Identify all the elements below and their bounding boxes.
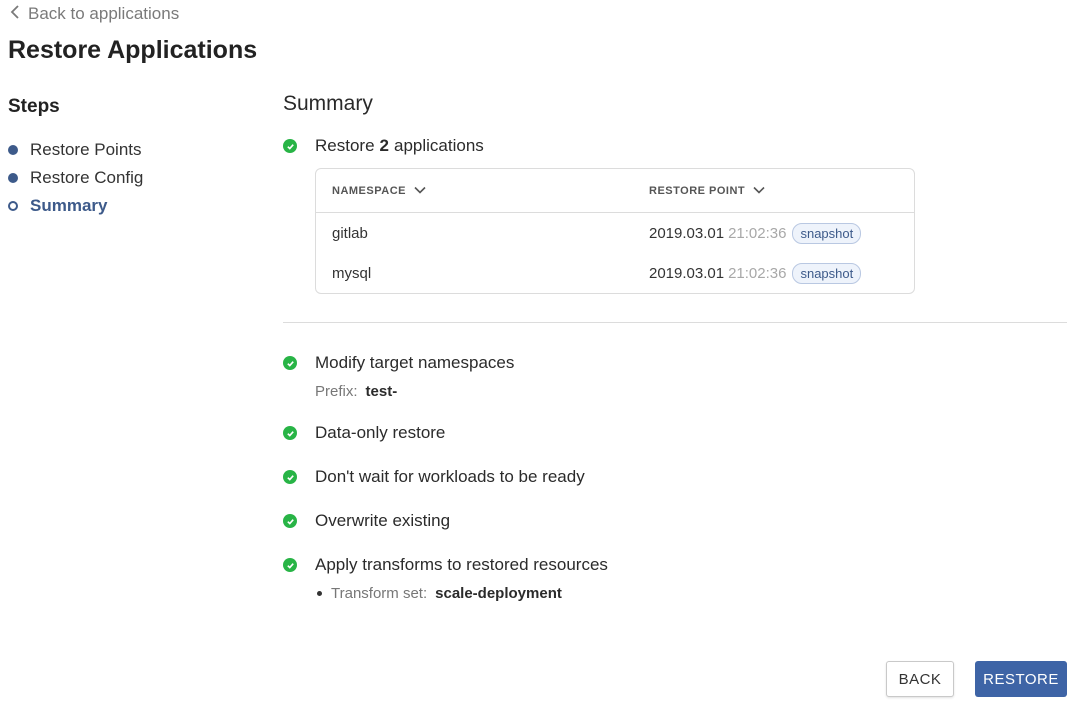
restore-page: Back to applications Restore Application… (0, 0, 1079, 714)
namespace-cell: mysql (332, 264, 372, 282)
option-label: Modify target namespaces (315, 353, 515, 372)
snapshot-badge: snapshot (792, 262, 862, 284)
option-dont-wait: Don't wait for workloads to be ready (283, 465, 1067, 489)
check-circle-icon (283, 426, 297, 440)
steps-title: Steps (8, 96, 60, 117)
restore-time: 21:02:36 (728, 264, 787, 282)
restore-point-cell: 2019.03.01 21:02:36 snapshot (649, 222, 914, 244)
back-to-applications-link[interactable]: Back to applications (10, 4, 179, 24)
chevron-down-icon (414, 185, 426, 197)
summary-panel: Summary Restore 2 applications NAMESPACE… (283, 92, 1067, 623)
prefix-detail: Prefix: test- (315, 381, 1067, 401)
detail-label: Prefix: (315, 382, 358, 400)
check-circle-icon (283, 558, 297, 572)
option-label: Don't wait for workloads to be ready (315, 467, 585, 486)
step-label: Restore Config (30, 168, 144, 187)
option-label: Overwrite existing (315, 511, 451, 530)
namespace-cell: gitlab (332, 224, 368, 242)
section-divider (283, 322, 1067, 323)
restore-point-cell: 2019.03.01 21:02:36 snapshot (649, 262, 914, 284)
applications-table: NAMESPACE RESTORE POINT gitlab 2019.03.0… (315, 168, 915, 294)
table-header: NAMESPACE RESTORE POINT (316, 169, 914, 213)
restore-prefix: Restore (315, 136, 375, 155)
step-label: Summary (30, 196, 108, 215)
check-circle-icon (283, 470, 297, 484)
step-restore-points[interactable]: Restore Points (8, 136, 248, 164)
summary-title: Summary (283, 92, 373, 115)
restore-suffix: applications (394, 136, 484, 155)
step-label: Restore Points (30, 140, 142, 159)
check-circle-icon (283, 139, 297, 153)
restore-point-column-header[interactable]: RESTORE POINT (649, 185, 914, 197)
option-modify-namespaces: Modify target namespaces Prefix: test- (283, 351, 1067, 401)
back-link-label: Back to applications (28, 4, 180, 23)
restore-count: 2 (379, 136, 389, 155)
step-summary[interactable]: Summary (8, 192, 248, 220)
page-title: Restore Applications (8, 36, 258, 64)
option-apply-transforms: Apply transforms to restored resources T… (283, 553, 1067, 603)
detail-label: Transform set: (331, 584, 428, 602)
table-row: gitlab 2019.03.01 21:02:36 snapshot (316, 213, 914, 253)
chevron-down-icon (753, 185, 765, 197)
restore-count-row: Restore 2 applications (283, 134, 1067, 158)
restore-button[interactable]: RESTORE (975, 661, 1067, 697)
namespace-column-header[interactable]: NAMESPACE (316, 185, 649, 197)
chevron-left-icon (10, 4, 20, 24)
step-done-dot-icon (8, 173, 18, 183)
step-done-dot-icon (8, 145, 18, 155)
restore-options-list: Modify target namespaces Prefix: test- D… (283, 351, 1067, 603)
step-current-dot-icon (8, 201, 18, 211)
table-body: gitlab 2019.03.01 21:02:36 snapshot mysql … (316, 213, 914, 293)
option-data-only: Data-only restore (283, 421, 1067, 445)
steps-panel: Steps Restore Points Restore Config Summ… (8, 96, 248, 220)
column-label: RESTORE POINT (649, 184, 746, 197)
step-restore-config[interactable]: Restore Config (8, 164, 248, 192)
check-circle-icon (283, 356, 297, 370)
restore-date: 2019.03.01 (649, 224, 725, 242)
restore-time: 21:02:36 (728, 224, 787, 242)
detail-value: scale-deployment (435, 584, 562, 602)
column-label: NAMESPACE (332, 184, 406, 197)
detail-value: test- (365, 382, 398, 400)
option-label: Data-only restore (315, 423, 446, 442)
option-label: Apply transforms to restored resources (315, 555, 608, 574)
snapshot-badge: snapshot (792, 222, 862, 244)
bullet-icon (317, 590, 322, 596)
back-button[interactable]: BACK (886, 661, 954, 697)
check-circle-icon (283, 514, 297, 528)
transform-set-detail: Transform set: scale-deployment (315, 583, 1067, 603)
option-overwrite-existing: Overwrite existing (283, 509, 1067, 533)
restore-date: 2019.03.01 (649, 264, 725, 282)
table-row: mysql 2019.03.01 21:02:36 snapshot (316, 253, 914, 293)
